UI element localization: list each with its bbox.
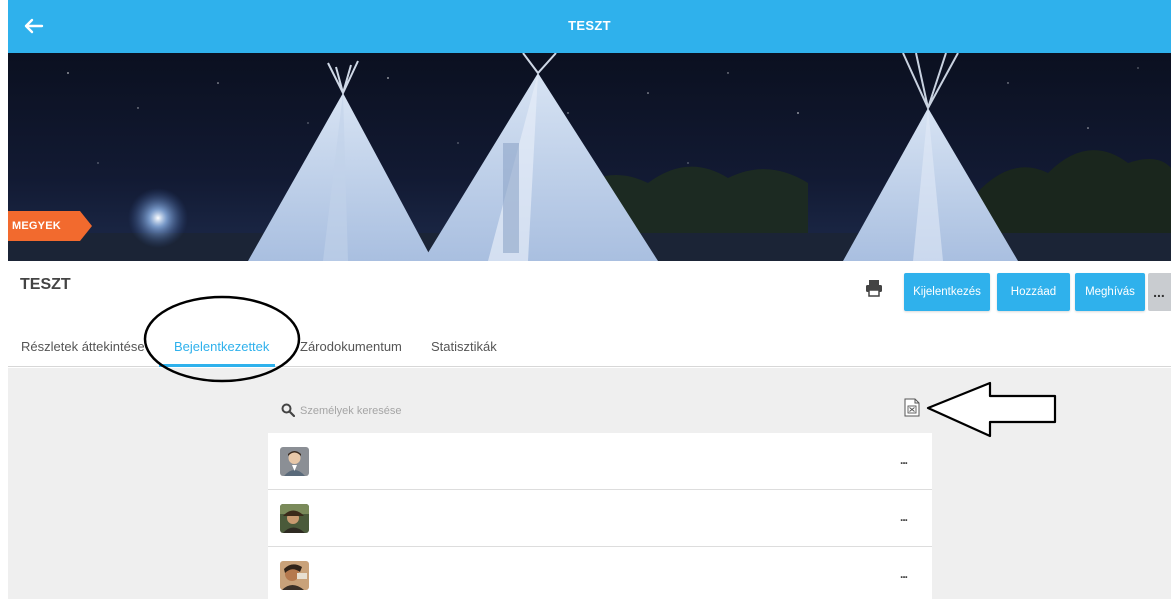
- active-tab-indicator: [159, 364, 275, 367]
- list-item[interactable]: ...: [268, 490, 932, 547]
- list-item[interactable]: ...: [268, 547, 932, 599]
- cover-image: [8, 53, 1171, 261]
- excel-export-icon[interactable]: [904, 398, 920, 417]
- page: TESZT MEGYEK TESZT Kijelentkezés Hozzáad…: [0, 0, 1171, 599]
- invite-button[interactable]: Meghívás: [1075, 273, 1145, 311]
- tab-logged-in[interactable]: Bejelentkezettek: [174, 339, 269, 354]
- add-button[interactable]: Hozzáad: [997, 273, 1070, 311]
- avatar: [280, 447, 309, 476]
- printer-icon[interactable]: [865, 279, 883, 297]
- category-ribbon-label: MEGYEK: [12, 220, 61, 232]
- top-bar: TESZT: [8, 0, 1171, 53]
- search-input[interactable]: [300, 402, 600, 420]
- tab-closing-document[interactable]: Zárodokumentum: [300, 339, 402, 354]
- logout-button[interactable]: Kijelentkezés: [904, 273, 990, 311]
- tab-statistics[interactable]: Statisztikák: [431, 339, 497, 354]
- avatar: [280, 504, 309, 533]
- row-more-button[interactable]: ...: [900, 567, 908, 581]
- row-more-button[interactable]: ...: [900, 510, 908, 524]
- page-title: TESZT: [20, 276, 71, 293]
- search-icon: [281, 403, 296, 418]
- avatar: [280, 561, 309, 590]
- tab-details[interactable]: Részletek áttekintése: [21, 339, 145, 354]
- more-actions-button[interactable]: ...: [1148, 273, 1171, 311]
- top-bar-title: TESZT: [568, 18, 611, 33]
- list-item[interactable]: ...: [268, 433, 932, 490]
- row-more-button[interactable]: ...: [900, 453, 908, 467]
